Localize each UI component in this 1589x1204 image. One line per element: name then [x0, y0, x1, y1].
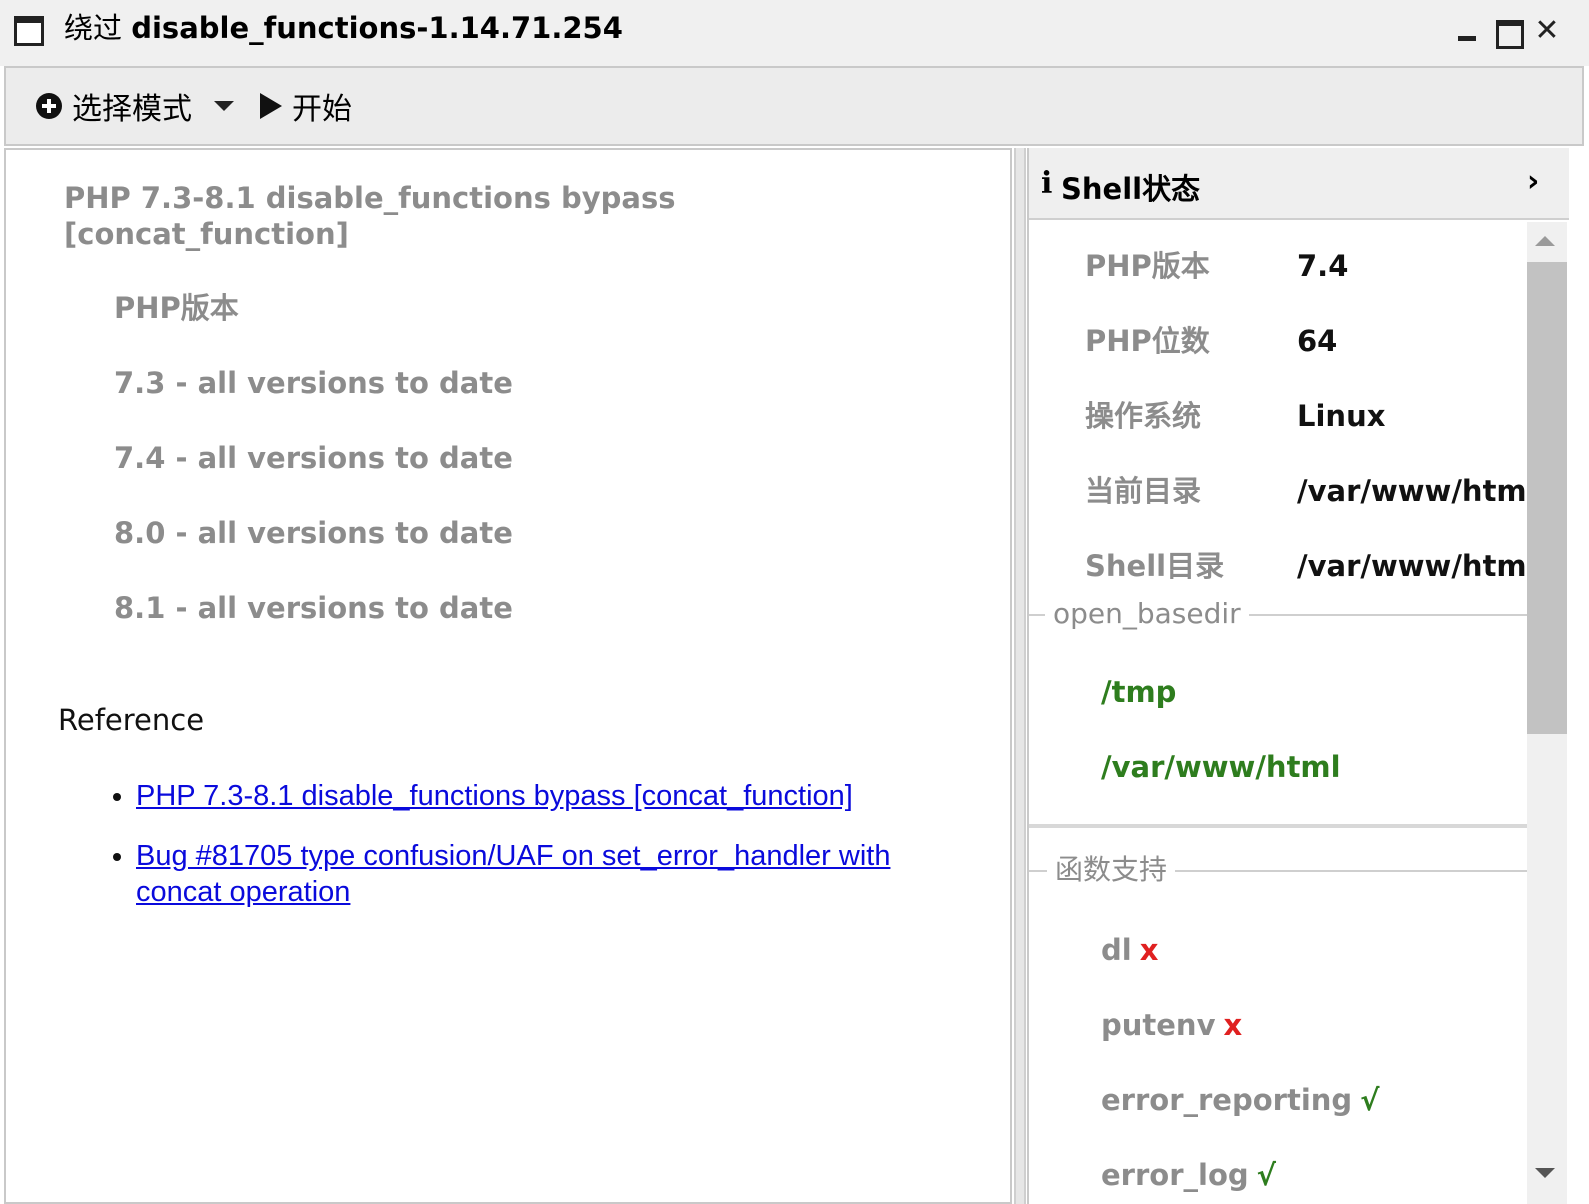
- play-icon: [260, 93, 282, 119]
- function-item: putenv x: [1101, 1007, 1242, 1043]
- title-bar: 绕过 disable_functions-1.14.71.254 ✕: [0, 0, 1589, 66]
- function-name: error_reporting: [1101, 1083, 1353, 1117]
- exploit-title: PHP 7.3-8.1 disable_functions bypass [co…: [64, 181, 676, 251]
- version-item: 8.1 - all versions to date: [114, 591, 513, 625]
- status-key: PHP版本: [1085, 249, 1210, 283]
- status-value: 64: [1297, 324, 1338, 358]
- supported-mark: √: [1360, 1083, 1380, 1117]
- basedir-path: /var/www/html: [1101, 750, 1341, 784]
- shell-status-header: i Shell状态 ›: [1029, 148, 1569, 220]
- chevron-right-icon[interactable]: ›: [1527, 164, 1539, 199]
- section-separator: [1029, 824, 1527, 828]
- scroll-thumb[interactable]: [1527, 262, 1567, 734]
- window-title: 绕过 disable_functions-1.14.71.254: [64, 10, 623, 46]
- status-value: Linux: [1297, 399, 1386, 433]
- chevron-down-icon: [214, 101, 234, 111]
- function-name: dl: [1101, 933, 1132, 967]
- function-name: putenv: [1101, 1008, 1216, 1042]
- function-item: dl x: [1101, 932, 1158, 968]
- reference-list: PHP 7.3-8.1 disable_functions bypass [co…: [136, 778, 956, 934]
- status-value: /var/www/html: [1297, 549, 1527, 583]
- plus-circle-icon: [36, 93, 62, 119]
- start-button[interactable]: 开始: [260, 86, 352, 127]
- shell-status-body: PHP版本 7.4 PHP位数 64 操作系统 Linux 当前目录 /var/…: [1029, 222, 1527, 1204]
- unsupported-mark: x: [1139, 933, 1159, 967]
- maximize-icon[interactable]: [1490, 14, 1524, 49]
- exploit-info-panel: PHP 7.3-8.1 disable_functions bypass [co…: [4, 148, 1012, 1204]
- function-item: error_reporting √: [1101, 1082, 1380, 1118]
- reference-heading: Reference: [58, 703, 205, 737]
- minimize-icon[interactable]: [1450, 14, 1484, 48]
- unsupported-mark: x: [1223, 1008, 1243, 1042]
- status-key: Shell目录: [1085, 549, 1225, 583]
- version-item: 7.4 - all versions to date: [114, 441, 513, 475]
- shell-status-panel: i Shell状态 › PHP版本 7.4 PHP位数 64 操作系统 Linu…: [1027, 148, 1589, 1204]
- status-value: /var/www/html: [1297, 474, 1527, 508]
- scrollbar[interactable]: [1527, 222, 1567, 1204]
- select-mode-dropdown[interactable]: 选择模式: [36, 86, 234, 127]
- scroll-up-icon[interactable]: [1535, 236, 1555, 246]
- supported-mark: √: [1256, 1158, 1276, 1192]
- reference-item: PHP 7.3-8.1 disable_functions bypass [co…: [136, 778, 956, 814]
- status-key: 当前目录: [1085, 474, 1202, 508]
- start-label: 开始: [292, 92, 352, 127]
- reference-link[interactable]: PHP 7.3-8.1 disable_functions bypass [co…: [136, 780, 853, 812]
- reference-link[interactable]: Bug #81705 type confusion/UAF on set_err…: [136, 840, 890, 908]
- toolbar: 选择模式 开始: [4, 66, 1584, 146]
- window-title-prefix: 绕过: [64, 11, 123, 45]
- info-icon: i: [1041, 166, 1053, 201]
- status-key: 操作系统: [1085, 399, 1202, 433]
- status-value: 7.4: [1297, 249, 1349, 283]
- functions-legend: 函数支持: [1047, 852, 1176, 888]
- function-item: error_log √: [1101, 1157, 1276, 1193]
- window-title-main: disable_functions-1.14.71.254: [131, 11, 623, 45]
- panel-splitter[interactable]: [1014, 148, 1026, 1204]
- reference-item: Bug #81705 type confusion/UAF on set_err…: [136, 838, 956, 910]
- function-name: error_log: [1101, 1158, 1249, 1192]
- version-item: 7.3 - all versions to date: [114, 366, 513, 400]
- shell-status-title: Shell状态: [1061, 172, 1201, 206]
- close-icon[interactable]: ✕: [1530, 14, 1564, 48]
- version-item: 8.0 - all versions to date: [114, 516, 513, 550]
- basedir-path: /tmp: [1101, 675, 1177, 709]
- status-key: PHP位数: [1085, 324, 1210, 358]
- open-basedir-legend: open_basedir: [1045, 596, 1249, 632]
- php-version-heading: PHP版本: [114, 291, 239, 325]
- select-mode-label: 选择模式: [72, 92, 192, 127]
- scroll-down-icon[interactable]: [1535, 1168, 1555, 1178]
- window-icon: [14, 16, 44, 46]
